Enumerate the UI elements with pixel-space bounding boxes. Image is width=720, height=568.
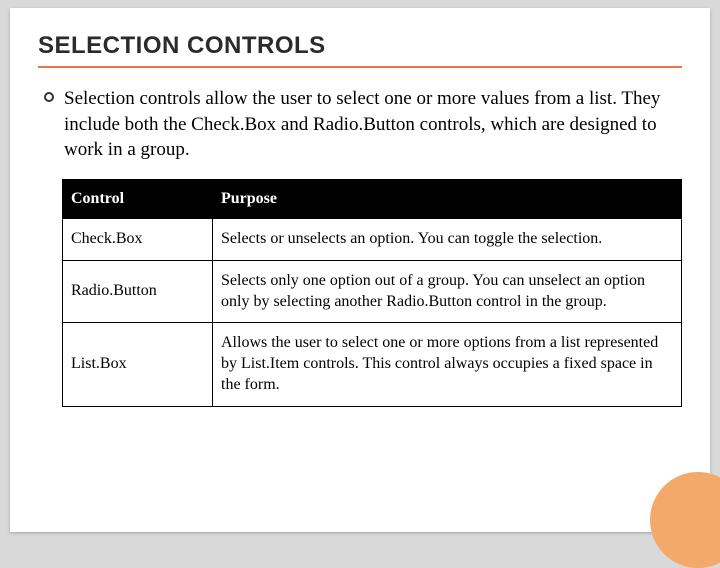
decorative-circle [650,472,720,568]
cell-control: List.Box [63,323,213,406]
cell-purpose: Allows the user to select one or more op… [213,323,682,406]
cell-control: Radio.Button [63,260,213,323]
controls-table: Control Purpose Check.Box Selects or uns… [62,179,682,407]
slide-title: SELECTION CONTROLS [38,32,682,68]
bullet-icon [44,92,54,102]
cell-control: Check.Box [63,218,213,260]
table-header-row: Control Purpose [63,179,682,218]
cell-purpose: Selects or unselects an option. You can … [213,218,682,260]
table-row: Radio.Button Selects only one option out… [63,260,682,323]
header-control: Control [63,179,213,218]
table-row: Check.Box Selects or unselects an option… [63,218,682,260]
table-row: List.Box Allows the user to select one o… [63,323,682,406]
cell-purpose: Selects only one option out of a group. … [213,260,682,323]
slide: SELECTION CONTROLS Selection controls al… [10,8,710,532]
slide-paragraph: Selection controls allow the user to sel… [64,86,682,163]
body-row: Selection controls allow the user to sel… [38,86,682,163]
header-purpose: Purpose [213,179,682,218]
